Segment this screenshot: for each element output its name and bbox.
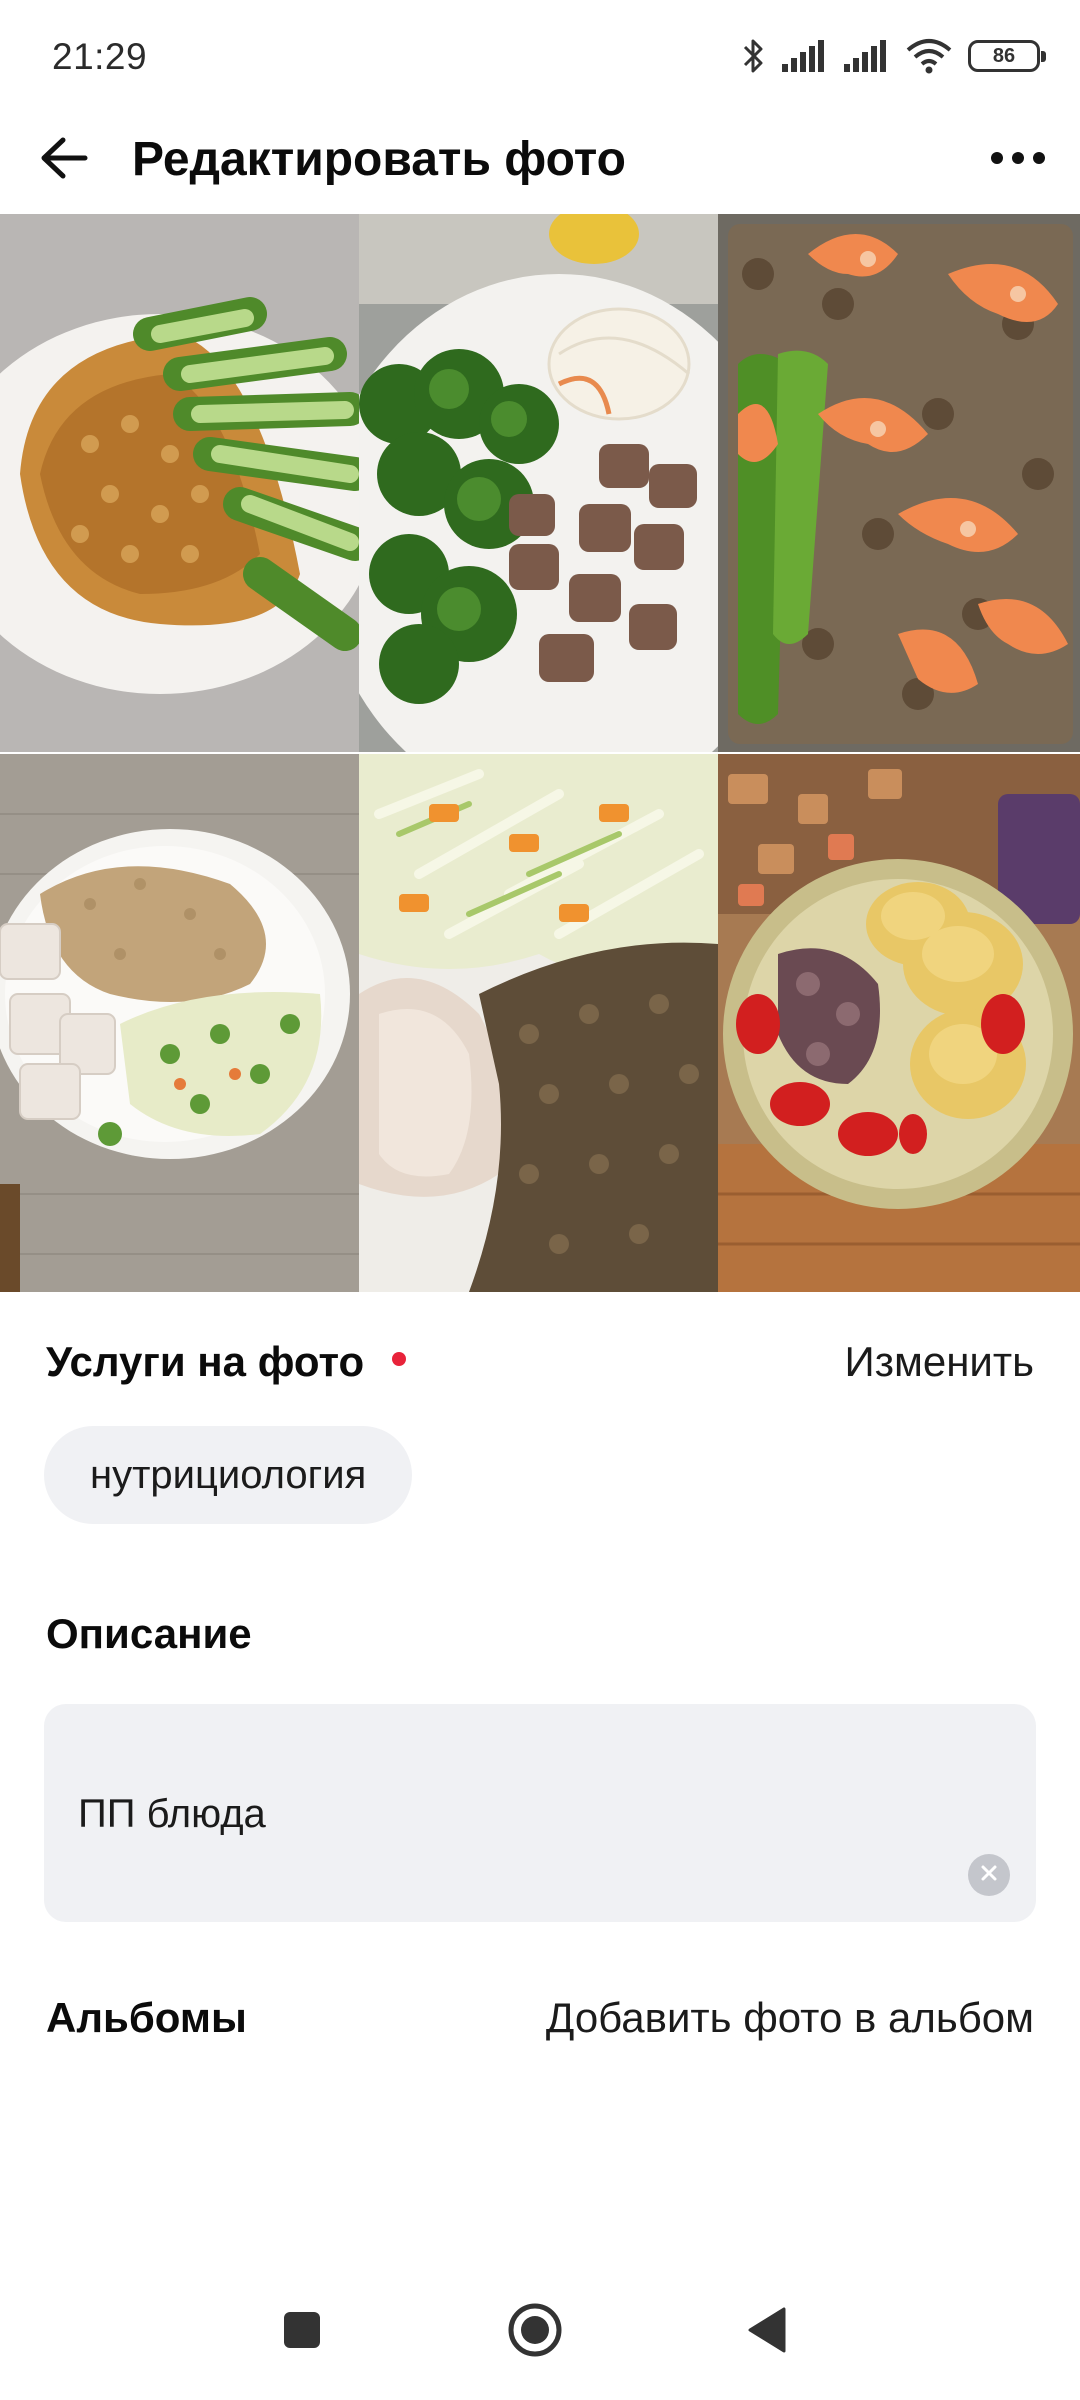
battery-level: 86	[992, 44, 1016, 67]
status-icons: 86	[742, 34, 1046, 78]
more-options-button[interactable]	[984, 126, 1052, 194]
clear-circle-icon	[979, 1863, 999, 1888]
back-button[interactable]	[30, 126, 98, 194]
back-nav-button[interactable]	[738, 2302, 798, 2362]
battery-icon: 86	[968, 40, 1046, 72]
photo-thumbnail[interactable]	[718, 754, 1080, 1292]
photo-thumbnail[interactable]	[0, 754, 359, 1292]
home-circle-icon	[507, 2302, 563, 2363]
photo-thumbnail[interactable]	[718, 214, 1080, 752]
description-field[interactable]: ПП блюда	[44, 1704, 1036, 1922]
page-title: Редактировать фото	[132, 133, 626, 186]
photo-thumbnail[interactable]	[0, 214, 359, 752]
back-triangle-icon	[748, 2307, 788, 2358]
status-time: 21:29	[52, 36, 148, 77]
signal-icon	[844, 40, 890, 72]
wifi-icon	[906, 38, 952, 74]
system-nav-bar	[0, 2290, 1080, 2374]
add-to-album-link[interactable]: Добавить фото в альбом	[546, 1992, 1034, 2044]
status-bar: 21:29 86	[0, 0, 1080, 110]
arrow-left-icon	[39, 136, 89, 185]
photo-grid	[0, 214, 1080, 1294]
signal-icon	[782, 40, 828, 72]
bluetooth-icon	[742, 37, 766, 75]
more-horizontal-icon	[990, 151, 1046, 170]
required-indicator	[392, 1352, 406, 1366]
recents-button[interactable]	[272, 2302, 332, 2362]
clear-button[interactable]	[968, 1854, 1010, 1896]
change-services-link[interactable]: Изменить	[845, 1336, 1034, 1388]
service-chip-label: нутрициология	[90, 1452, 367, 1497]
services-title: Услуги на фото	[46, 1338, 365, 1385]
description-value: ПП блюда	[78, 1792, 266, 1836]
recents-square-icon	[282, 2310, 322, 2355]
app-header: Редактировать фото	[0, 110, 1080, 210]
photo-thumbnail[interactable]	[359, 214, 718, 752]
service-chip[interactable]: нутрициология	[44, 1426, 413, 1524]
description-title: Описание	[46, 1610, 252, 1657]
albums-title: Альбомы	[46, 1994, 247, 2041]
photo-thumbnail[interactable]	[359, 754, 718, 1292]
home-button[interactable]	[505, 2302, 565, 2362]
